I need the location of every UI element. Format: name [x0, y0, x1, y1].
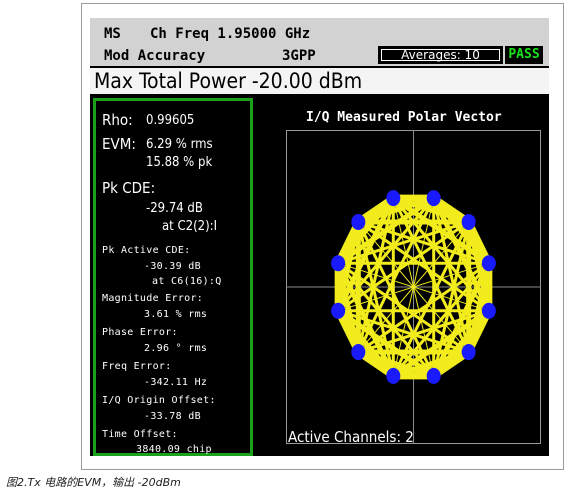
symbol-point-0 — [481, 255, 496, 272]
symbol-point-1 — [461, 213, 476, 230]
pass-status-badge: PASS — [505, 46, 543, 64]
mode-label: MS — [104, 26, 121, 42]
iq-origin-offset-label: I/Q Origin Offset: — [102, 395, 216, 406]
symbol-point-5 — [331, 255, 346, 272]
evm-rms-value: 6.29 % rms — [146, 137, 213, 152]
time-offset-value: 3840.09 chip — [136, 444, 212, 455]
active-channels-label: Active Channels: 2 — [288, 428, 414, 446]
max-total-power-title: Max Total Power -20.00 dBm — [90, 68, 549, 94]
pk-active-cde-label: Pk Active CDE: — [102, 245, 191, 256]
time-offset-label: Time Offset: — [102, 429, 178, 440]
measurement-name: Mod Accuracy — [104, 48, 206, 64]
channel-frequency: Ch Freq 1.95000 GHz — [150, 26, 311, 42]
symbol-point-2 — [426, 190, 441, 207]
evm-label: EVM: — [102, 135, 136, 153]
pk-cde-label: Pk CDE: — [102, 179, 156, 197]
freq-error-value: -342.11 Hz — [144, 377, 208, 388]
averages-label: Averages: 10 — [381, 49, 500, 61]
results-panel: Rho: 0.99605 EVM: 6.29 % rms 15.88 % pk … — [93, 98, 253, 456]
status-header: MS Ch Freq 1.95000 GHz Mod Accuracy 3GPP… — [90, 18, 549, 66]
symbol-point-9 — [426, 367, 441, 384]
rho-value: 0.99605 — [146, 113, 195, 128]
evm-pk-value: 15.88 % pk — [146, 155, 213, 170]
standard-label: 3GPP — [282, 48, 316, 64]
polar-vector-plot — [286, 130, 541, 444]
pk-cde-value: -29.74 dB — [146, 201, 203, 216]
symbol-point-6 — [331, 302, 346, 319]
freq-error-label: Freq Error: — [102, 361, 172, 372]
symbol-point-11 — [481, 302, 496, 319]
iq-origin-offset-value: -33.78 dB — [144, 411, 201, 422]
pk-active-cde-at: at C6(16):Q — [152, 276, 222, 287]
averages-box: Averages: 10 — [378, 46, 503, 64]
symbol-point-8 — [386, 367, 401, 384]
phase-error-value: 2.96 ° rms — [144, 343, 208, 354]
analyzer-screen: MS Ch Freq 1.95000 GHz Mod Accuracy 3GPP… — [90, 18, 549, 456]
pk-active-cde-value: -30.39 dB — [144, 261, 201, 272]
pk-cde-at: at C2(2):I — [162, 219, 218, 234]
symbol-point-7 — [351, 344, 366, 361]
symbol-point-4 — [351, 213, 366, 230]
phase-error-label: Phase Error: — [102, 327, 178, 338]
symbol-point-10 — [461, 344, 476, 361]
rho-label: Rho: — [102, 111, 133, 129]
symbol-point-3 — [386, 190, 401, 207]
polar-plot-title: I/Q Measured Polar Vector — [306, 110, 502, 125]
magnitude-error-value: 3.61 % rms — [144, 309, 208, 320]
magnitude-error-label: Magnitude Error: — [102, 293, 204, 304]
